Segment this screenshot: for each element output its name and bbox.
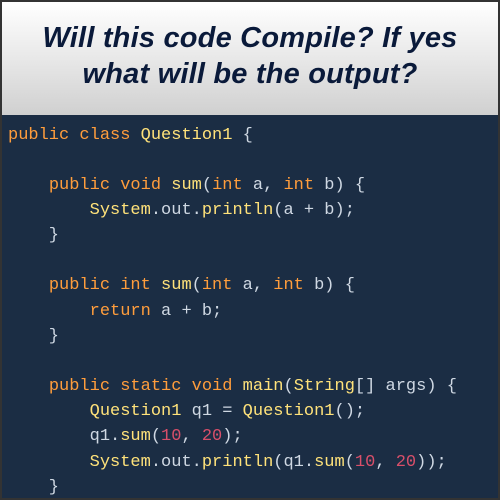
code-token: sum: [314, 453, 345, 472]
code-line: }: [8, 475, 492, 498]
code-token: [161, 176, 171, 195]
code-token: 10: [161, 427, 181, 446]
code-token: .out.: [151, 201, 202, 220]
code-token: sum: [171, 176, 202, 195]
code-token: Question1: [243, 402, 335, 421]
code-token: sum: [161, 276, 192, 295]
code-token: return: [90, 302, 151, 321]
code-token: public: [8, 126, 69, 145]
code-token: [110, 176, 120, 195]
code-token: [8, 453, 90, 472]
code-token: ,: [181, 427, 201, 446]
code-line: [8, 349, 492, 374]
code-token: [181, 377, 191, 396]
code-token: (: [345, 453, 355, 472]
code-token: int: [120, 276, 151, 295]
code-token: (q1.: [273, 453, 314, 472]
code-token: (: [192, 276, 202, 295]
code-token: }: [8, 226, 59, 245]
code-token: void: [192, 377, 233, 396]
code-token: [8, 402, 90, 421]
code-line: [8, 248, 492, 273]
title-line-1: Will this code Compile? If yes: [42, 22, 457, 54]
code-token: int: [273, 276, 304, 295]
code-token: [69, 126, 79, 145]
code-token: System: [90, 453, 151, 472]
code-token: [8, 201, 90, 220]
code-token: [130, 126, 140, 145]
code-token: [8, 302, 90, 321]
code-line: [8, 148, 492, 173]
code-token: static: [120, 377, 181, 396]
code-token: void: [120, 176, 161, 195]
code-token: println: [202, 201, 273, 220]
code-token: a + b;: [151, 302, 222, 321]
question-header: Will this code Compile? If yes what will…: [2, 2, 498, 115]
code-token: );: [222, 427, 242, 446]
quiz-card: Will this code Compile? If yes what will…: [0, 0, 500, 500]
code-token: 10: [355, 453, 375, 472]
code-line: }: [8, 223, 492, 248]
code-line: return a + b;: [8, 299, 492, 324]
code-token: public: [49, 377, 110, 396]
code-token: int: [212, 176, 243, 195]
code-token: int: [202, 276, 233, 295]
code-token: System: [90, 201, 151, 220]
code-token: b) {: [304, 276, 355, 295]
code-token: [8, 176, 49, 195]
code-token: sum: [120, 427, 151, 446]
code-token: }: [8, 478, 59, 497]
code-token: ();: [335, 402, 366, 421]
code-token: [232, 377, 242, 396]
code-token: (: [283, 377, 293, 396]
code-token: a,: [232, 276, 273, 295]
code-token: [151, 276, 161, 295]
code-token: [110, 377, 120, 396]
code-token: 20: [202, 427, 222, 446]
code-line: System.out.println(q1.sum(10, 20));: [8, 450, 492, 475]
code-token: [110, 276, 120, 295]
code-token: public: [49, 276, 110, 295]
code-token: [8, 377, 49, 396]
code-token: 20: [396, 453, 416, 472]
code-line: System.out.println(a + b);: [8, 198, 492, 223]
code-block: public class Question1 { public void sum…: [2, 115, 498, 499]
code-token: ,: [375, 453, 395, 472]
code-line: public static void main(String[] args) {: [8, 374, 492, 399]
code-token: String: [294, 377, 355, 396]
code-token: public: [49, 176, 110, 195]
code-line: q1.sum(10, 20);: [8, 424, 492, 449]
code-token: main: [243, 377, 284, 396]
code-token: a,: [243, 176, 284, 195]
code-token: [] args) {: [355, 377, 457, 396]
code-token: Question1: [141, 126, 233, 145]
code-token: (: [202, 176, 212, 195]
code-token: println: [202, 453, 273, 472]
question-title: Will this code Compile? If yes what will…: [22, 20, 478, 93]
code-token: class: [79, 126, 130, 145]
code-token: .out.: [151, 453, 202, 472]
code-token: (: [151, 427, 161, 446]
code-token: }: [8, 327, 59, 346]
code-token: q1 =: [181, 402, 242, 421]
code-token: b) {: [314, 176, 365, 195]
code-line: Question1 q1 = Question1();: [8, 399, 492, 424]
code-token: q1.: [8, 427, 120, 446]
code-line: public void sum(int a, int b) {: [8, 173, 492, 198]
code-token: int: [283, 176, 314, 195]
code-line: }: [8, 324, 492, 349]
code-token: [8, 276, 49, 295]
code-token: (a + b);: [273, 201, 355, 220]
title-line-2: what will be the output?: [82, 58, 417, 90]
code-token: ));: [416, 453, 447, 472]
code-line: public int sum(int a, int b) {: [8, 273, 492, 298]
code-line: public class Question1 {: [8, 123, 492, 148]
code-token: Question1: [90, 402, 182, 421]
code-token: {: [232, 126, 252, 145]
